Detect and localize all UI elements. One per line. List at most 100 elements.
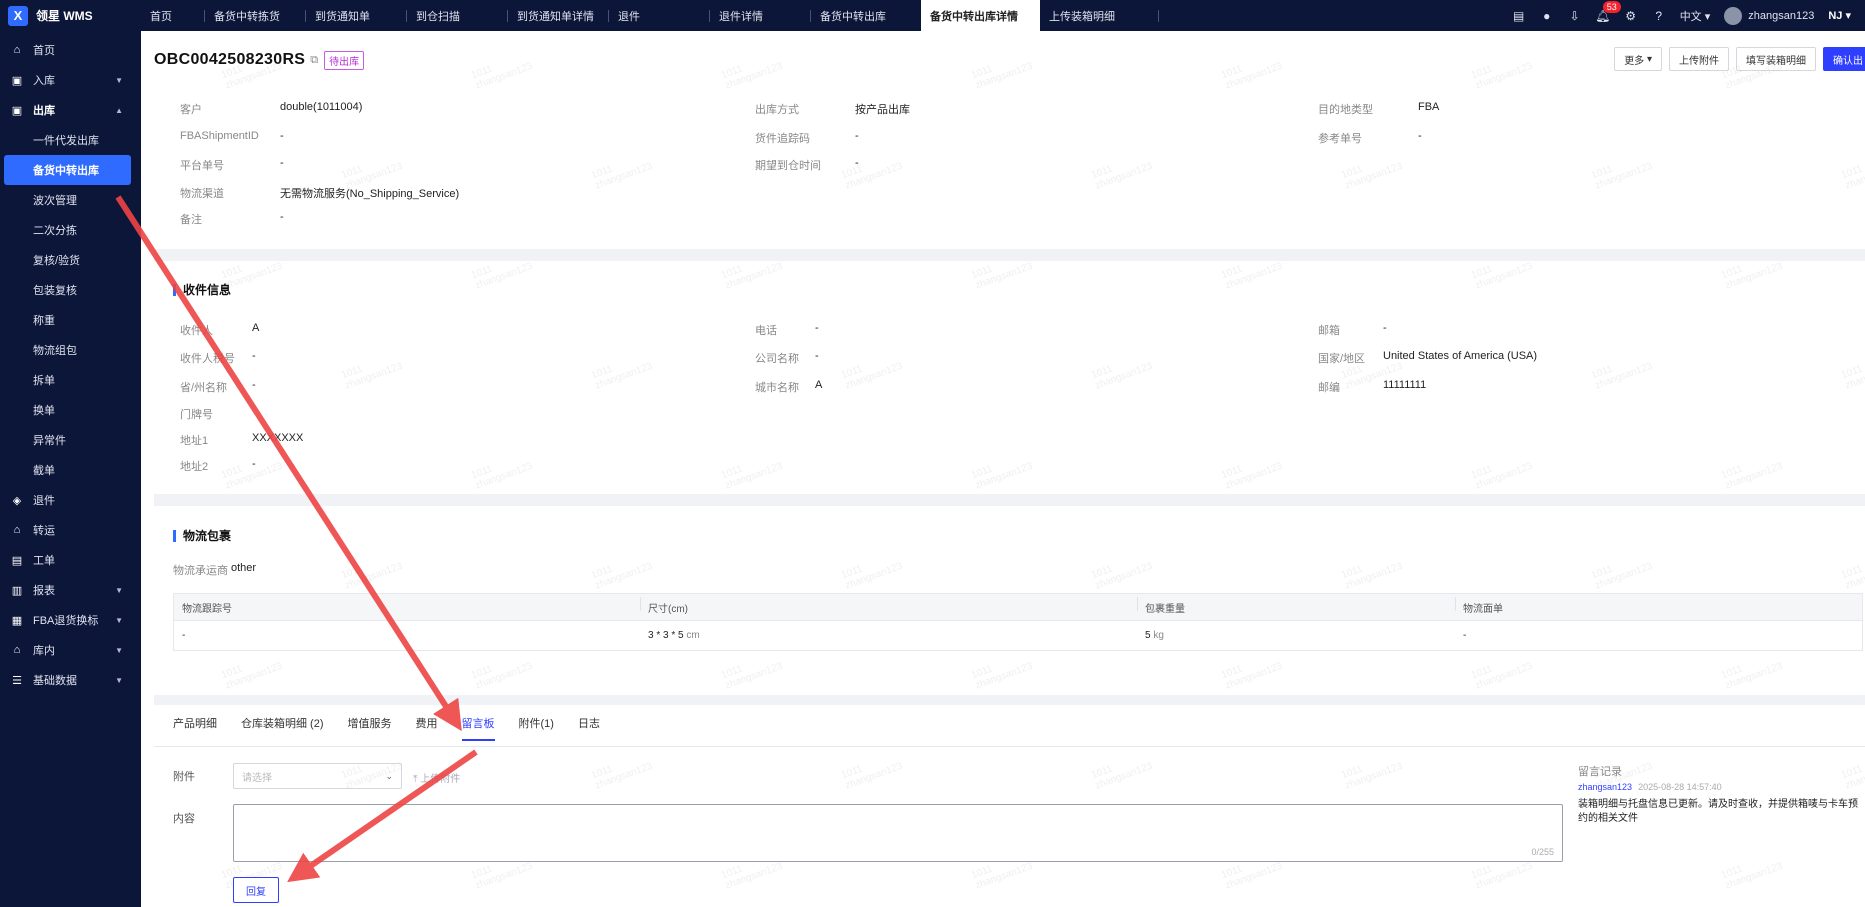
sidebar-sub-weigh[interactable]: 称重 <box>0 305 141 335</box>
sidebar-item-label: 基础数据 <box>33 675 77 687</box>
tab-packing[interactable]: 仓库装箱明细 (2) <box>241 715 324 741</box>
sidebar-item-transfer[interactable]: ⌂ 转运 <box>0 515 141 545</box>
mascot-icon[interactable]: ● <box>1540 9 1554 23</box>
nav-tab-scan[interactable]: 到仓扫描 <box>407 0 508 31</box>
nav-tab-returns[interactable]: 退件 <box>609 0 710 31</box>
field-label: 城市名称 <box>755 382 799 394</box>
sidebar-sub-dropship[interactable]: 一件代发出库 <box>0 125 141 155</box>
nav-tab-arrival-detail[interactable]: 到货通知单详情 <box>508 0 609 31</box>
store-icon[interactable]: ▤ <box>1512 9 1526 23</box>
attachment-select[interactable]: 请选择 ⌄ <box>233 763 402 789</box>
nav-tab-return-detail[interactable]: 退件详情 <box>710 0 811 31</box>
header-actions: 更多 ▾ 上传附件 填写装箱明细 确认出 <box>1614 47 1865 71</box>
sidebar-sub-check[interactable]: 复核/验货 <box>0 245 141 275</box>
tab-attachments[interactable]: 附件(1) <box>519 715 554 741</box>
tab-value-added[interactable]: 增值服务 <box>348 715 392 741</box>
field-value: - <box>855 157 859 169</box>
copy-icon[interactable]: ⧉ <box>310 54 318 67</box>
sidebar-sub-wave[interactable]: 波次管理 <box>0 185 141 215</box>
sidebar-item-inbound[interactable]: ▣ 入库 ▼ <box>0 65 141 95</box>
table-row: - 3 * 3 * 5 cm 5 kg - <box>174 620 1862 650</box>
nav-tab-arrival-notice[interactable]: 到货通知单 <box>306 0 407 31</box>
sidebar-item-report[interactable]: ▥ 报表 ▼ <box>0 575 141 605</box>
detail-tabs: 产品明细 仓库装箱明细 (2) 增值服务 费用 留言板 附件(1) 日志 <box>173 715 600 741</box>
more-button-label: 更多 <box>1624 55 1645 67</box>
gear-icon[interactable]: ⚙ <box>1624 9 1638 23</box>
upload-attachment-button[interactable]: 上传附件 <box>1669 47 1729 71</box>
upload-attachment-link[interactable]: ⤒ 上传附件 <box>413 770 460 785</box>
sidebar-sub-exception[interactable]: 异常件 <box>0 425 141 455</box>
field-label: 物流渠道 <box>180 188 224 200</box>
workspace-select[interactable]: NJ ▾ <box>1828 9 1851 22</box>
sidebar-sub-bundle[interactable]: 物流组包 <box>0 335 141 365</box>
sidebar-item-label: 库内 <box>33 645 55 657</box>
sidebar-sub-split[interactable]: 拆单 <box>0 365 141 395</box>
field-label: 备注 <box>180 214 202 226</box>
message-log-title: 留言记录 <box>1578 766 1622 778</box>
field-value: - <box>252 350 256 362</box>
sidebar-item-outbound[interactable]: ▣ 出库 ▲ <box>0 95 141 125</box>
sidebar-item-workorder[interactable]: ▤ 工单 <box>0 545 141 575</box>
field-label: FBAShipmentID <box>180 130 259 142</box>
language-label: 中文 <box>1679 10 1702 23</box>
weight-unit: kg <box>1153 630 1164 641</box>
tab-logs[interactable]: 日志 <box>578 715 600 741</box>
message-content-textarea[interactable]: 0/255 <box>233 804 1563 862</box>
field-address1: 地址1 XXXXXXX <box>180 432 303 448</box>
nav-tab-home[interactable]: 首页 <box>141 0 205 31</box>
field-value: A <box>815 379 823 391</box>
bell-icon[interactable]: 🔔︎ 53 <box>1595 0 1621 23</box>
nav-tabs: 首页 备货中转拣货 到货通知单 到仓扫描 到货通知单详情 退件 退件详情 备货中… <box>141 0 1159 31</box>
nav-tab-picking[interactable]: 备货中转拣货 <box>205 0 306 31</box>
help-icon[interactable]: ? <box>1652 9 1666 23</box>
field-value: FBA <box>1418 101 1440 113</box>
package-table: 物流跟踪号 尺寸(cm) 包裹重量 物流面单 - 3 * 3 * 5 cm 5 … <box>173 593 1863 651</box>
sidebar-sub-pack-check[interactable]: 包装复核 <box>0 275 141 305</box>
user-menu[interactable]: zhangsan123 <box>1724 6 1814 25</box>
app-root: X 领星 WMS 首页 备货中转拣货 到货通知单 到仓扫描 到货通知单详情 退件… <box>0 0 1865 907</box>
sidebar-item-label: 首页 <box>33 45 55 57</box>
field-value: 无需物流服务(No_Shipping_Service) <box>280 188 460 200</box>
content-label: 内容 <box>173 813 195 825</box>
field-label: 期望到仓时间 <box>755 160 821 172</box>
sidebar-sub-transfer-outbound[interactable]: 备货中转出库 <box>4 155 131 185</box>
home-icon: ⌂ <box>13 44 21 56</box>
sidebar-sub-intercept[interactable]: 截单 <box>0 455 141 485</box>
size-value: 3 * 3 * 5 <box>648 630 684 641</box>
field-value: - <box>1383 322 1387 334</box>
tab-message-board[interactable]: 留言板 <box>461 715 495 741</box>
field-label: 国家/地区 <box>1318 353 1366 365</box>
sidebar-item-warehouse[interactable]: ⌂ 库内 ▼ <box>0 635 141 665</box>
sidebar-item-fba[interactable]: ▦ FBA退货换标 ▼ <box>0 605 141 635</box>
nav-tab-label: 备货中转出库 <box>820 10 886 23</box>
workorder-icon: ▤ <box>11 554 23 567</box>
size-unit: cm <box>686 630 700 641</box>
field-label: 邮编 <box>1318 382 1340 394</box>
avatar <box>1724 6 1743 25</box>
nav-tab-transfer-outbound-detail[interactable]: 备货中转出库详情 <box>921 0 1040 31</box>
sidebar-item-basedata[interactable]: ☰ 基础数据 ▼ <box>0 665 141 695</box>
tab-products[interactable]: 产品明细 <box>173 715 217 741</box>
field-value: - <box>252 379 256 391</box>
reply-button[interactable]: 回复 <box>233 877 279 903</box>
sidebar-item-returns[interactable]: ◈ 退件 <box>0 485 141 515</box>
field-value: - <box>855 130 859 142</box>
fill-packing-button[interactable]: 填写装箱明细 <box>1736 47 1816 71</box>
tab-fees[interactable]: 费用 <box>416 715 438 741</box>
download-icon[interactable]: ⇩ <box>1568 9 1582 23</box>
field-door-no: 门牌号 <box>180 406 252 422</box>
confirm-outbound-button[interactable]: 确认出 <box>1823 47 1865 71</box>
sidebar-sub-sorting[interactable]: 二次分拣 <box>0 215 141 245</box>
sidebar-item-label: 报表 <box>33 585 55 597</box>
app-logo[interactable]: X 领星 WMS <box>0 0 141 31</box>
upload-label: 上传附件 <box>420 774 461 785</box>
more-button[interactable]: 更多 ▾ <box>1614 47 1662 71</box>
language-select[interactable]: 中文 ▾ <box>1680 8 1711 24</box>
nav-tab-transfer-outbound[interactable]: 备货中转出库 <box>811 0 921 31</box>
char-counter: 0/255 <box>1531 847 1554 857</box>
nav-tab-upload-packing[interactable]: 上传装箱明细 <box>1040 0 1159 31</box>
sidebar-sub-relabel[interactable]: 换单 <box>0 395 141 425</box>
sidebar-item-home[interactable]: ⌂ 首页 <box>0 35 141 65</box>
logistics-section-title: 物流包裹 <box>173 530 231 542</box>
field-country: 国家/地区 United States of America (USA) <box>1318 350 1537 366</box>
